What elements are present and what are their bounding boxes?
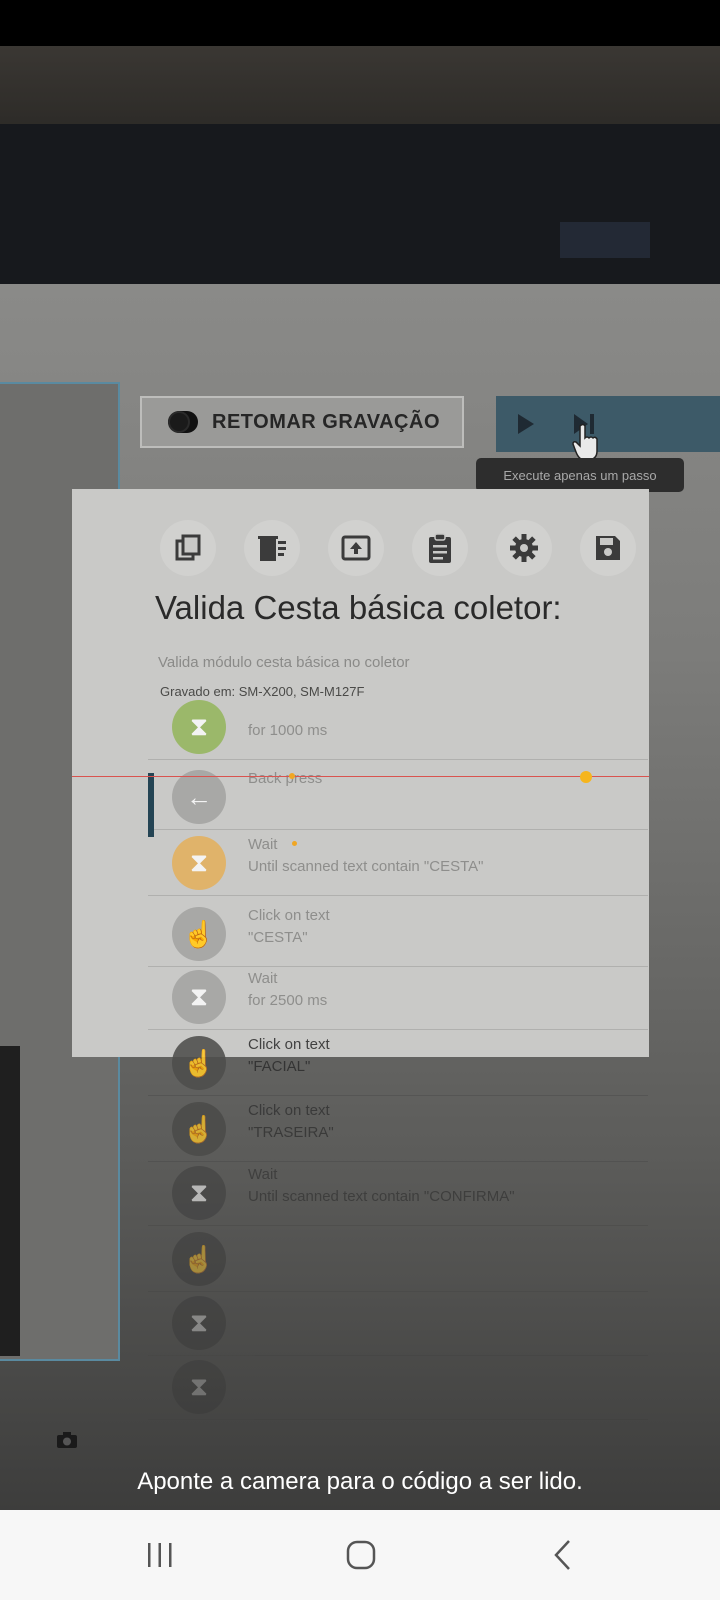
step-divider [148, 895, 648, 896]
play-icon [518, 414, 534, 434]
back-button[interactable] [503, 1510, 623, 1600]
step-detail: Until scanned text contain "CESTA" [248, 858, 484, 875]
step-title: Wait [248, 836, 278, 853]
retomar-gravacao-button: RETOMAR GRAVAÇÃO [140, 396, 464, 448]
test-description: Valida módulo cesta básica no coletor [158, 654, 410, 671]
scan-focus-point [289, 773, 295, 779]
recent-apps-button[interactable] [100, 1510, 220, 1600]
touch-icon: ☝ [172, 907, 226, 961]
save-icon [580, 520, 636, 576]
touch-icon: ☝ [172, 1102, 226, 1156]
touch-icon: ☝ [172, 1232, 226, 1286]
hourglass-icon: ⧗ [172, 836, 226, 890]
monitor-bezel [0, 124, 720, 284]
back-arrow-icon: ← [172, 770, 226, 824]
hand-cursor-icon [572, 423, 598, 461]
recent-apps-icon [148, 1543, 172, 1567]
scan-focus-point [580, 771, 592, 783]
test-title: Valida Cesta básica coletor: [155, 589, 562, 626]
device-preview-edge [0, 1046, 20, 1356]
step-item: ⧗ [148, 1290, 648, 1356]
step-item: ← Back press [148, 764, 648, 830]
retomar-gravacao-label: RETOMAR GRAVAÇÃO [212, 410, 440, 433]
hourglass-icon: ⧗ [172, 700, 226, 754]
settings-icon [496, 520, 552, 576]
delete-icon [244, 520, 300, 576]
step-item: ⧗ [148, 1354, 648, 1420]
scanner-laser-line [72, 776, 649, 777]
step-title: Wait [248, 970, 278, 987]
step-detail: Until scanned text contain "CONFIRMA" [248, 1188, 515, 1205]
step-detail: "FACIAL" [248, 1058, 311, 1075]
step-divider [148, 1419, 648, 1420]
active-step-marker [148, 773, 154, 837]
navigation-bar [0, 1510, 720, 1600]
hourglass-icon: ⧗ [172, 1360, 226, 1414]
status-bar [0, 0, 720, 46]
hourglass-icon: ⧗ [172, 1166, 226, 1220]
step-tooltip: Execute apenas um passo [476, 458, 684, 492]
step-divider [148, 759, 648, 760]
scan-focus-point [292, 841, 297, 846]
hourglass-icon: ⧗ [172, 1296, 226, 1350]
step-item: ☝ Click on text "FACIAL" [148, 1030, 648, 1096]
step-item: ☝ Click on text "CESTA" [148, 901, 648, 967]
step-item: ⧗ Wait Until scanned text contain "CESTA" [148, 830, 648, 896]
copy-icon [160, 520, 216, 576]
step-detail: for 2500 ms [248, 992, 328, 1009]
step-title: Click on text [248, 1036, 330, 1053]
step-item: ⧗ for 1000 ms [148, 694, 648, 760]
step-item: ⧗ Wait for 2500 ms [148, 964, 648, 1030]
step-title: Click on text [248, 907, 330, 924]
hourglass-icon: ⧗ [172, 970, 226, 1024]
step-detail: "CESTA" [248, 929, 308, 946]
camera-viewfinder: RETOMAR GRAVAÇÃO Execute apenas um passo… [0, 46, 720, 1510]
monitor-reflection [560, 222, 650, 258]
step-title: Back press [248, 770, 323, 787]
step-item: ☝ Click on text "TRASEIRA" [148, 1096, 648, 1162]
camera-icon [57, 1432, 77, 1448]
step-detail: for 1000 ms [248, 722, 328, 739]
home-icon [346, 1540, 376, 1570]
step-item: ⧗ Wait Until scanned text contain "CONFIRM… [148, 1160, 648, 1226]
back-icon [554, 1540, 570, 1570]
camera-instruction: Aponte a camera para o código a ser lido… [137, 1468, 583, 1495]
step-title: Wait [248, 1166, 278, 1183]
home-button[interactable] [301, 1510, 421, 1600]
touch-icon: ☝ [172, 1036, 226, 1090]
record-toggle-icon [168, 411, 198, 433]
step-detail: "TRASEIRA" [248, 1124, 334, 1141]
step-title: Click on text [248, 1102, 330, 1119]
step-item: ☝ [148, 1226, 648, 1292]
export-icon [328, 520, 384, 576]
clipboard-icon [412, 520, 468, 576]
